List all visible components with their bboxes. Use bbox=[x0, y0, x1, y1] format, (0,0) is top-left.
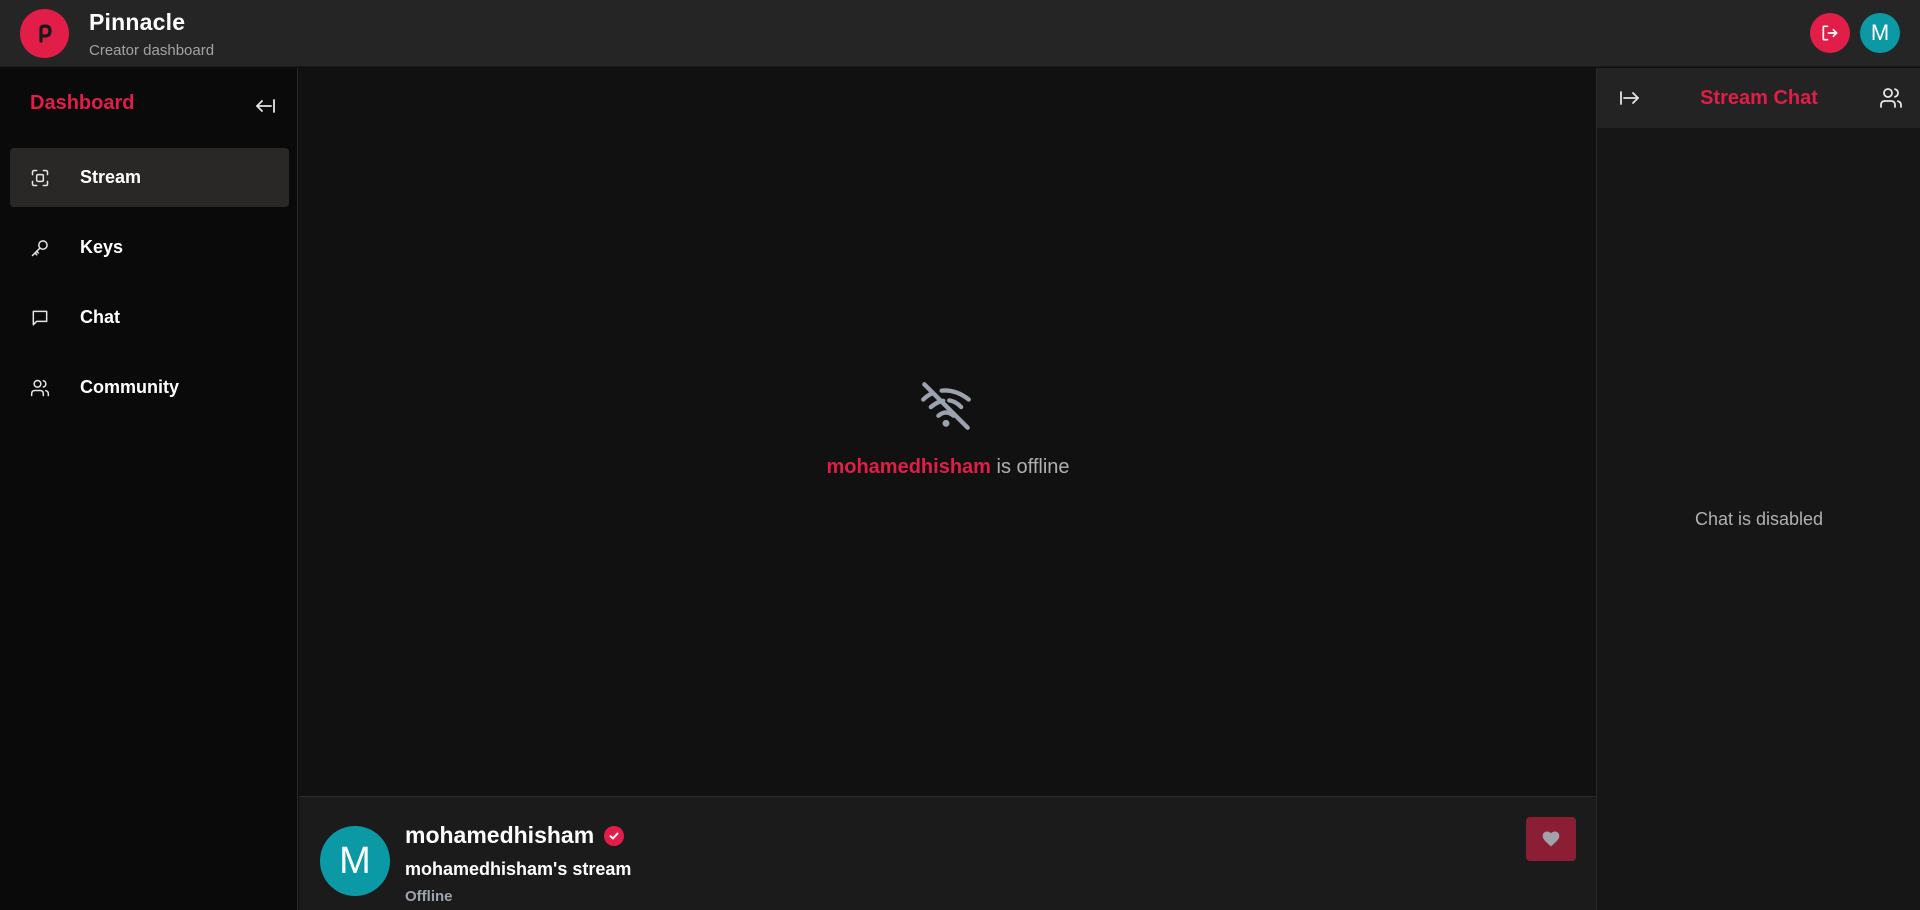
streamer-name: mohamedhisham bbox=[405, 822, 595, 848]
users-icon[interactable] bbox=[1879, 86, 1903, 110]
users-icon bbox=[28, 376, 52, 400]
chat-title: Stream Chat bbox=[1700, 87, 1818, 109]
stream-icon bbox=[28, 166, 52, 190]
logout-button[interactable] bbox=[1810, 13, 1850, 53]
streamer-avatar[interactable]: M bbox=[320, 826, 390, 896]
logout-icon bbox=[1822, 25, 1838, 41]
sidebar-item-chat[interactable]: Chat bbox=[10, 288, 289, 347]
chat-header: Stream Chat bbox=[1597, 68, 1920, 128]
sidebar-item-community[interactable]: Community bbox=[10, 358, 289, 417]
pinnacle-logo-icon bbox=[38, 23, 52, 43]
key-icon bbox=[28, 236, 52, 260]
offline-status: is offline bbox=[990, 456, 1070, 478]
stream-info-bar bbox=[299, 796, 1596, 910]
sidebar-item-stream[interactable]: Stream bbox=[10, 148, 289, 207]
sidebar-title: Dashboard bbox=[30, 92, 135, 114]
stream-status: Offline bbox=[405, 888, 453, 905]
user-avatar[interactable]: M bbox=[1860, 13, 1900, 53]
collapse-left-icon[interactable] bbox=[252, 94, 276, 118]
chat-disabled-message: Chat is disabled bbox=[1694, 509, 1824, 529]
logo[interactable] bbox=[20, 9, 69, 58]
sidebar: Dashboard Stream Keys Chat Community bbox=[0, 68, 298, 910]
offline-username: mohamedhisham bbox=[826, 456, 991, 478]
sidebar-item-label: Keys bbox=[80, 237, 124, 257]
app-title: Pinnacle bbox=[89, 9, 186, 35]
chat-icon bbox=[28, 306, 52, 330]
sidebar-item-label: Chat bbox=[80, 307, 120, 327]
sidebar-item-keys[interactable]: Keys bbox=[10, 218, 289, 277]
stream-name: mohamedhisham's stream bbox=[405, 859, 632, 879]
video-player bbox=[299, 68, 1596, 796]
sidebar-item-label: Community bbox=[80, 377, 179, 397]
verified-icon bbox=[604, 825, 625, 846]
app-subtitle: Creator dashboard bbox=[89, 42, 215, 59]
streamer-name-row: mohamedhisham bbox=[405, 822, 625, 849]
brand: Pinnacle Creator dashboard bbox=[89, 9, 214, 59]
follow-button[interactable] bbox=[1526, 817, 1576, 861]
heart-icon bbox=[1542, 831, 1560, 847]
wifi-off-icon bbox=[921, 382, 971, 430]
chat-panel: Stream Chat Chat is disabled bbox=[1596, 68, 1920, 910]
sidebar-item-label: Stream bbox=[80, 167, 142, 187]
top-navbar: Pinnacle Creator dashboard M bbox=[0, 0, 1920, 67]
